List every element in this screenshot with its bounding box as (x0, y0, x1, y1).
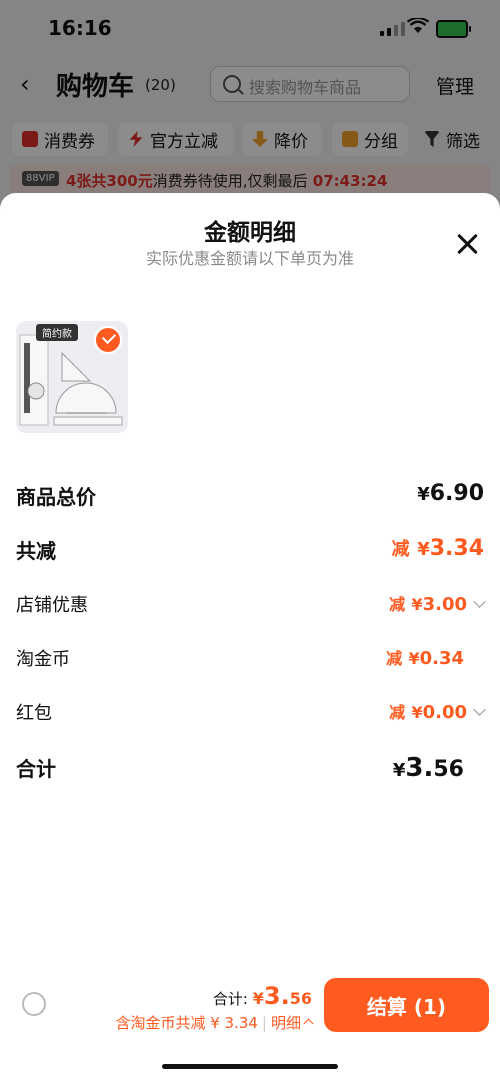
detail-link[interactable]: 明细 (271, 1014, 301, 1032)
goods-total-label: 商品总价 (16, 485, 96, 509)
total-reduction-label: 共减 (16, 539, 56, 563)
row-total-reduction: 共减 减 ¥3.34 (16, 535, 484, 565)
row-red-packet[interactable]: 红包 减 ¥0.00 (16, 699, 486, 729)
select-all-radio[interactable] (22, 992, 46, 1016)
sum-value: ¥3.56 (392, 753, 464, 783)
selected-check-icon[interactable] (94, 326, 122, 354)
sheet-subtitle: 实际优惠金额请以下单页为准 (145, 249, 354, 268)
red-packet-value: 减 ¥0.00 (389, 699, 486, 723)
sum-label: 合计 (16, 757, 56, 781)
chevron-up-icon (303, 1018, 314, 1029)
checkout-button[interactable]: 结算 (1) (324, 978, 489, 1032)
shop-discount-label: 店铺优惠 (16, 595, 88, 616)
footer-total: 合计: ¥3.56 (212, 982, 312, 1010)
taobao-coin-label: 淘金币 (16, 649, 70, 670)
sheet-title: 金额明细 (204, 220, 296, 246)
shop-discount-value: 减 ¥3.00 (389, 591, 486, 615)
product-thumbnail[interactable]: 简约款 (16, 321, 128, 433)
total-reduction-value: 减 ¥3.34 (391, 536, 484, 561)
amount-detail-sheet: 金额明细 实际优惠金额请以下单页为准 简约款 商品总价 ¥6.90 共减 减 ¥… (0, 193, 500, 1082)
row-shop-discount[interactable]: 店铺优惠 减 ¥3.00 (16, 591, 486, 621)
goods-total-value: ¥6.90 (417, 481, 484, 506)
close-icon[interactable] (454, 231, 482, 259)
row-taobao-coin: 淘金币 减 ¥0.34 (16, 645, 484, 675)
product-label: 简约款 (36, 324, 78, 341)
row-goods-total: 商品总价 ¥6.90 (16, 481, 484, 511)
chevron-down-icon (473, 595, 486, 608)
chevron-down-icon (473, 703, 486, 716)
home-indicator (162, 1064, 338, 1069)
row-sum: 合计 ¥3.56 (16, 753, 484, 783)
footer-discount: 含淘金币共减 ¥ 3.34 | 明细 (115, 1012, 314, 1033)
taobao-coin-value: 减 ¥0.34 (386, 648, 464, 669)
red-packet-label: 红包 (16, 703, 52, 724)
